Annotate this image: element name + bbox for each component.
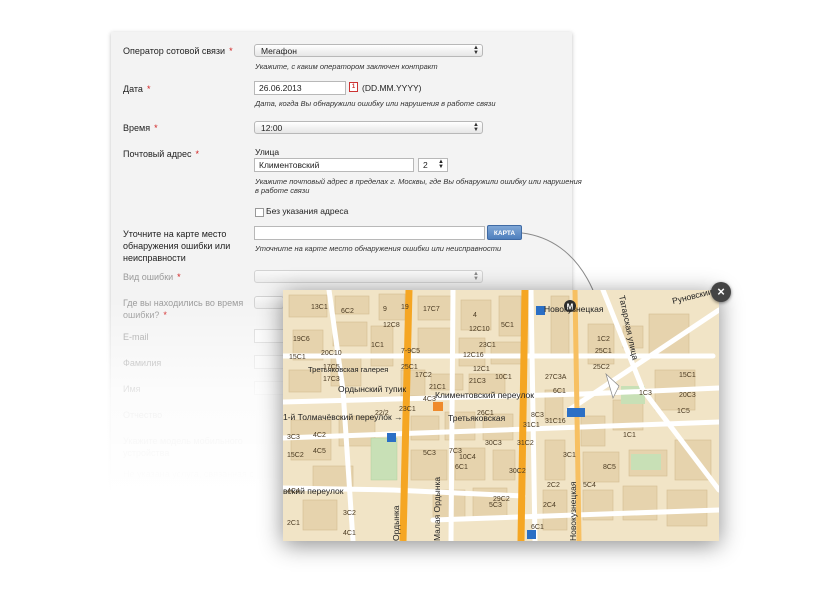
house-number-label: 1С2 bbox=[597, 336, 610, 343]
house-number-label: 8С3 bbox=[531, 412, 544, 419]
house-number-label: 1С3 bbox=[639, 390, 652, 397]
house-number-label: 4С1 bbox=[343, 530, 356, 537]
street-label-ordynka: Ордынка bbox=[391, 505, 401, 541]
close-icon[interactable]: × bbox=[711, 282, 731, 302]
house-number-label: 9 bbox=[383, 306, 387, 313]
house-number-label: 25С1 bbox=[401, 364, 418, 371]
street-label-novokuz: Новокузнецкая bbox=[544, 304, 604, 314]
house-number-label: 6С1 bbox=[553, 388, 566, 395]
house-number-label: 4С3 bbox=[423, 396, 436, 403]
street-label-novokuz-street: Новокузнецкая bbox=[568, 481, 578, 541]
house-number-label: 12С8 bbox=[383, 322, 400, 329]
house-number-label: 26С1 bbox=[477, 410, 494, 417]
house-number-label: 15С1 bbox=[289, 354, 306, 361]
house-number-label: 5С1 bbox=[501, 322, 514, 329]
house-number-label: 19 bbox=[401, 304, 409, 311]
house-number-label: 10С4 bbox=[459, 454, 476, 461]
house-number-label: 5С3 bbox=[423, 450, 436, 457]
house-number-label: 1С1 bbox=[623, 432, 636, 439]
house-number-label: 27С3А bbox=[545, 374, 567, 381]
house-number-label: 6С1 bbox=[455, 464, 468, 471]
house-number-label: 12С16 bbox=[463, 352, 484, 359]
bus-stop-icon bbox=[527, 530, 536, 539]
house-number-label: 21С3 bbox=[469, 378, 486, 385]
house-number-label: 20С3 bbox=[679, 392, 696, 399]
map-popup[interactable]: М Третьяковская галерея Ордынский тупик … bbox=[283, 290, 719, 541]
street-label-gallery: Третьяковская галерея bbox=[308, 365, 388, 374]
house-number-label: 20С10 bbox=[321, 350, 342, 357]
bus-stop-icon bbox=[576, 408, 585, 417]
street-map[interactable]: М Третьяковская галерея Ордынский тупик … bbox=[283, 290, 719, 541]
house-number-label: 17С2 bbox=[415, 372, 432, 379]
house-number-label: 5С4 bbox=[583, 482, 596, 489]
house-number-label: 17С5 bbox=[323, 364, 340, 371]
house-number-label: 1С5 bbox=[677, 408, 690, 415]
bus-stop-icon bbox=[387, 433, 396, 442]
street-label-klimentovsky: Климентовский переулок bbox=[435, 390, 534, 400]
house-number-label: 15С1 bbox=[679, 372, 696, 379]
house-number-label: 2С4 bbox=[543, 502, 556, 509]
house-number-label: 29С2 bbox=[493, 496, 510, 503]
house-number-label: 4 bbox=[473, 312, 477, 319]
house-number-label: 6С1 bbox=[531, 524, 544, 531]
house-number-label: 13С1 bbox=[311, 304, 328, 311]
house-number-label: 30С3 bbox=[485, 440, 502, 447]
house-number-label: 7-9С5 bbox=[401, 348, 420, 355]
house-number-label: 4С2 bbox=[313, 432, 326, 439]
house-number-label: 3С3 bbox=[287, 434, 300, 441]
bus-stop-icon bbox=[567, 408, 576, 417]
house-number-label: 4С5 bbox=[313, 448, 326, 455]
house-number-label: 17С7 bbox=[423, 306, 440, 313]
house-number-label: 2С1 bbox=[287, 520, 300, 527]
house-number-label: 6С2 bbox=[341, 308, 354, 315]
house-number-label: 17С3 bbox=[323, 376, 340, 383]
house-number-label: 4С4 bbox=[287, 488, 300, 495]
house-number-label: 31С2 bbox=[517, 440, 534, 447]
house-number-label: 25С2 bbox=[593, 364, 610, 371]
house-number-label: 22/2 bbox=[375, 410, 389, 417]
house-number-label: 21С1 bbox=[429, 384, 446, 391]
house-number-label: 12С1 bbox=[473, 366, 490, 373]
house-number-label: 12С10 bbox=[469, 326, 490, 333]
house-number-label: 23С1 bbox=[399, 406, 416, 413]
house-number-label: 2С2 bbox=[547, 482, 560, 489]
street-label-malaya-ordynka: Малая Ордынка bbox=[432, 477, 442, 541]
house-number-label: 1С1 bbox=[371, 342, 384, 349]
house-number-label: 23С1 bbox=[479, 342, 496, 349]
house-number-label: 30С2 bbox=[509, 468, 526, 475]
house-number-label: 31С1 bbox=[523, 422, 540, 429]
house-number-label: 8С5 bbox=[603, 464, 616, 471]
house-number-label: 3С2 bbox=[343, 510, 356, 517]
house-number-label: 25С1 bbox=[595, 348, 612, 355]
house-number-label: 5С3 bbox=[489, 502, 502, 509]
house-number-label: 3С1 bbox=[563, 452, 576, 459]
house-number-label: 19С6 bbox=[293, 336, 310, 343]
house-number-label: 15С2 bbox=[287, 452, 304, 459]
house-number-label: 10С1 bbox=[495, 374, 512, 381]
house-number-label: 31С16 bbox=[545, 418, 566, 425]
street-label-ordynsky: Ордынский тупик bbox=[338, 384, 406, 394]
metro-entrance-icon bbox=[433, 402, 443, 411]
